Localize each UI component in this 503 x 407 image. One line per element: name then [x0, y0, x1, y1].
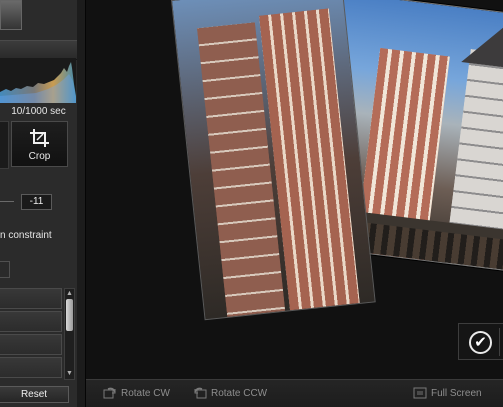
panel-divider [77, 0, 86, 407]
previous-tool-button[interactable] [0, 121, 9, 169]
list-item[interactable] [0, 357, 62, 378]
crop-actions: ✔ ✕ [458, 323, 503, 360]
left-panel: 10/1000 sec Crop -11 n constraint ▲ ▼ Re… [0, 0, 78, 407]
crop-button[interactable]: Crop [11, 121, 68, 167]
shutter-speed-label: 10/1000 sec [11, 106, 66, 117]
histogram-chart [0, 62, 76, 103]
full-screen-icon [413, 387, 427, 399]
full-screen-label: Full Screen [431, 388, 482, 399]
rotate-ccw-icon [194, 388, 207, 399]
crop-icon [30, 129, 49, 147]
rotate-ccw-button[interactable]: Rotate CCW [193, 385, 267, 403]
panel-section-header [0, 40, 77, 60]
constraint-toggle-button[interactable] [0, 261, 10, 278]
constraint-label: n constraint [0, 230, 52, 241]
list-item[interactable] [0, 311, 62, 332]
rotate-cw-button[interactable]: Rotate CW [103, 385, 170, 403]
histogram [0, 58, 76, 103]
scroll-thumb[interactable] [66, 299, 73, 331]
rotate-cw-icon [103, 388, 116, 399]
scroll-down-icon[interactable]: ▼ [65, 370, 74, 378]
rotate-cw-label: Rotate CW [121, 388, 170, 399]
image-canvas[interactable]: ✔ ✕ [86, 0, 503, 378]
preset-list [0, 288, 62, 380]
rotate-ccw-label: Rotate CCW [211, 388, 268, 399]
list-item[interactable] [0, 288, 62, 309]
list-item[interactable] [0, 334, 62, 355]
full-screen-button[interactable]: Full Screen [413, 385, 482, 403]
angle-value-field[interactable]: -11 [21, 194, 52, 210]
bottom-toolbar: Rotate CW Rotate CCW Full Screen [86, 379, 503, 407]
angle-slider[interactable] [0, 201, 14, 202]
crop-label: Crop [28, 151, 51, 162]
list-scrollbar[interactable]: ▲ ▼ [64, 288, 75, 380]
action-separator [499, 328, 500, 356]
rotated-photo-layer [171, 0, 376, 321]
accept-icon[interactable]: ✔ [469, 331, 492, 354]
image-thumbnail[interactable] [0, 0, 22, 30]
scroll-up-icon[interactable]: ▲ [65, 290, 74, 298]
reset-button[interactable]: Reset [0, 386, 69, 403]
